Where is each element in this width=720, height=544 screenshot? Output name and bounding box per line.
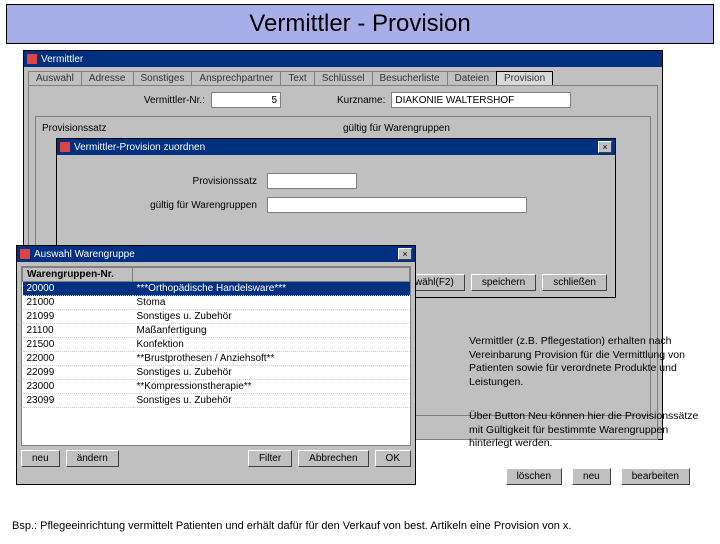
tab-auswahl[interactable]: Auswahl (28, 71, 82, 85)
speichern-button[interactable]: speichern (471, 274, 536, 291)
screenshot-area: Vermittler AuswahlAdresseSonstigesAnspre… (8, 50, 712, 500)
column-header-nr[interactable]: Warengruppen-Nr. (23, 268, 133, 282)
kurzname-field[interactable] (391, 92, 571, 108)
window-auswahl-warengruppe: Auswahl Warengruppe × Warengruppen-Nr. 2… (16, 245, 416, 485)
vermittler-nr-field[interactable] (211, 92, 281, 108)
tab-text[interactable]: Text (280, 71, 314, 85)
table-row[interactable]: 21099Sonstiges u. Zubehör (23, 310, 410, 324)
provisionssatz-field[interactable] (267, 173, 357, 189)
footer-example-text: Bsp.: Pflegeeinrichtung vermittelt Patie… (12, 520, 572, 532)
page-title: Vermittler - Provision (6, 4, 714, 44)
column-header-desc[interactable] (133, 268, 410, 282)
neu-button[interactable]: neu (21, 450, 60, 467)
table-row[interactable]: 21500Konfektion (23, 338, 410, 352)
label-provisionssatz: Provisionssatz (97, 176, 267, 187)
tab-ansprechpartner[interactable]: Ansprechpartner (191, 71, 281, 85)
table-row[interactable]: 23099Sonstiges u. Zubehör (23, 394, 410, 408)
aendern-button[interactable]: ändern (66, 450, 119, 467)
tab-besucherliste[interactable]: Besucherliste (372, 71, 448, 85)
ok-button[interactable]: OK (375, 450, 411, 467)
close-icon[interactable]: × (598, 141, 612, 153)
tab-provision[interactable]: Provision (496, 71, 553, 85)
table-row[interactable]: 23000**Kompressionstherapie** (23, 380, 410, 394)
schliessen-button[interactable]: schließen (542, 274, 607, 291)
neu-button-main[interactable]: neu (572, 468, 611, 485)
warengruppen-field[interactable] (267, 197, 527, 213)
info-text-1: Vermittler (z.B. Pflegestation) erhalten… (469, 335, 704, 390)
titlebar-auswahl: Auswahl Warengruppe × (17, 246, 415, 262)
table-row[interactable]: 21000Stoma (23, 296, 410, 310)
label-kurzname: Kurzname: (337, 95, 385, 106)
app-icon (27, 54, 37, 64)
titlebar-vermittler: Vermittler (24, 51, 662, 67)
tab-dateien[interactable]: Dateien (447, 71, 497, 85)
loeschen-button[interactable]: löschen (506, 468, 562, 485)
abbrechen-button[interactable]: Abbrechen (298, 450, 368, 467)
warengruppen-table[interactable]: Warengruppen-Nr. 20000***Orthopädische H… (21, 266, 411, 446)
app-icon (20, 249, 30, 259)
titlebar-zuordnen: Vermittler-Provision zuordnen × (57, 139, 615, 155)
tab-adresse[interactable]: Adresse (81, 71, 134, 85)
table-row[interactable]: 20000***Orthopädische Handelsware*** (23, 282, 410, 296)
window-title: Auswahl Warengruppe (34, 249, 135, 260)
info-text-2: Über Button Neu können hier die Provisio… (469, 410, 704, 451)
window-title: Vermittler-Provision zuordnen (74, 142, 205, 153)
table-row[interactable]: 22000**Brustprothesen / Anziehsoft** (23, 352, 410, 366)
app-icon (60, 142, 70, 152)
tab-sonstiges[interactable]: Sonstiges (133, 71, 193, 85)
table-row[interactable]: 22099Sonstiges u. Zubehör (23, 366, 410, 380)
tab-schlüssel[interactable]: Schlüssel (314, 71, 373, 85)
close-icon[interactable]: × (398, 248, 412, 260)
window-title: Vermittler (41, 54, 83, 65)
filter-button[interactable]: Filter (248, 450, 292, 467)
label-vermittler-nr: Vermittler-Nr.: (35, 95, 205, 106)
bearbeiten-button[interactable]: bearbeiten (621, 468, 690, 485)
label-warengruppen: gültig für Warengruppen (97, 200, 267, 211)
table-row[interactable]: 21100Maßanfertigung (23, 324, 410, 338)
